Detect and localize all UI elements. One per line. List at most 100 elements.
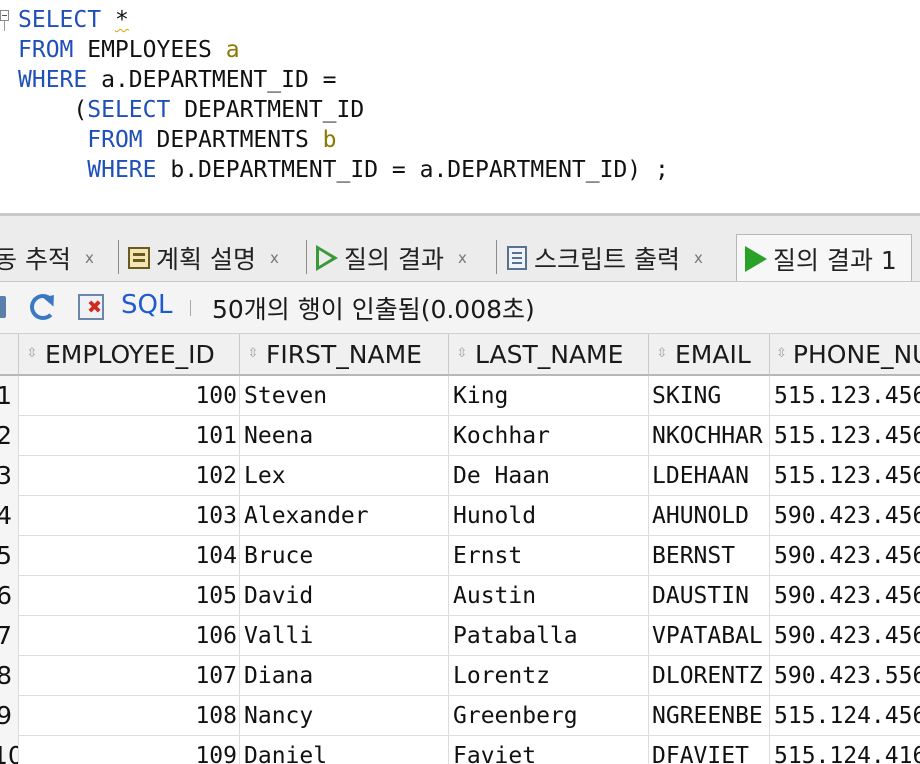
refresh-icon[interactable]: [30, 294, 56, 320]
cell-last-name[interactable]: Pataballa: [449, 616, 649, 656]
cell-first-name[interactable]: Lex: [240, 456, 449, 496]
column-header-email[interactable]: ⇳ EMAIL: [649, 334, 770, 376]
row-number[interactable]: 10: [0, 736, 19, 764]
cell-last-name[interactable]: Greenberg: [449, 696, 649, 736]
close-icon[interactable]: x: [85, 249, 94, 267]
close-icon[interactable]: x: [270, 249, 279, 267]
cell-first-name[interactable]: Nancy: [240, 696, 449, 736]
cell-employee-id[interactable]: 109: [19, 736, 240, 764]
row-number[interactable]: 4: [0, 496, 19, 536]
cell-email[interactable]: SKING: [649, 376, 770, 416]
row-number[interactable]: 8: [0, 656, 19, 696]
cell-first-name[interactable]: David: [240, 576, 449, 616]
cell-first-name[interactable]: Valli: [240, 616, 449, 656]
cell-phone-number[interactable]: 590.423.5567: [770, 656, 920, 696]
cell-email[interactable]: BERNST: [649, 536, 770, 576]
cell-last-name[interactable]: Hunold: [449, 496, 649, 536]
cell-employee-id[interactable]: 102: [19, 456, 240, 496]
sort-icon[interactable]: ⇳: [455, 347, 469, 360]
table-row[interactable]: 2101NeenaKochharNKOCHHAR515.123.4568: [0, 416, 920, 456]
column-header-last-name[interactable]: ⇳ LAST_NAME: [449, 334, 649, 376]
cell-last-name[interactable]: Kochhar: [449, 416, 649, 456]
sort-icon[interactable]: ⇳: [246, 347, 260, 360]
cell-last-name[interactable]: Lorentz: [449, 656, 649, 696]
cell-first-name[interactable]: Steven: [240, 376, 449, 416]
cell-employee-id[interactable]: 107: [19, 656, 240, 696]
table-row[interactable]: 5104BruceErnstBERNST590.423.4568: [0, 536, 920, 576]
table-row[interactable]: 3102LexDe HaanLDEHAAN515.123.4569: [0, 456, 920, 496]
cell-employee-id[interactable]: 105: [19, 576, 240, 616]
table-row[interactable]: 6105DavidAustinDAUSTIN590.423.4569: [0, 576, 920, 616]
code-line[interactable]: FROM EMPLOYEES a: [18, 35, 240, 65]
close-icon[interactable]: x: [694, 249, 703, 267]
row-number[interactable]: 9: [0, 696, 19, 736]
sort-icon[interactable]: ⇳: [25, 347, 39, 360]
cell-phone-number[interactable]: 590.423.4569: [770, 576, 920, 616]
cell-email[interactable]: DAUSTIN: [649, 576, 770, 616]
row-number[interactable]: 3: [0, 456, 19, 496]
cell-last-name[interactable]: De Haan: [449, 456, 649, 496]
cell-email[interactable]: DFAVIET: [649, 736, 770, 764]
cell-last-name[interactable]: King: [449, 376, 649, 416]
code-line[interactable]: WHERE b.DEPARTMENT_ID = a.DEPARTMENT_ID)…: [18, 155, 669, 185]
cell-phone-number[interactable]: 515.123.4567: [770, 376, 920, 416]
row-number[interactable]: 7: [0, 616, 19, 656]
cell-employee-id[interactable]: 100: [19, 376, 240, 416]
cell-first-name[interactable]: Diana: [240, 656, 449, 696]
tab-trace[interactable]: 동 추적 x: [0, 236, 94, 280]
fold-toggle-icon[interactable]: [0, 10, 9, 21]
table-row[interactable]: 9108NancyGreenbergNGREENBE515.124.4569: [0, 696, 920, 736]
cell-last-name[interactable]: Ernst: [449, 536, 649, 576]
cell-phone-number[interactable]: 515.124.4569: [770, 696, 920, 736]
code-line[interactable]: FROM DEPARTMENTS b: [18, 125, 336, 155]
close-icon[interactable]: x: [458, 249, 467, 267]
sql-button[interactable]: SQL: [121, 290, 172, 320]
code-line[interactable]: (SELECT DEPARTMENT_ID: [18, 95, 364, 125]
cell-phone-number[interactable]: 590.423.4568: [770, 536, 920, 576]
sort-icon[interactable]: ⇳: [655, 347, 669, 360]
pin-icon[interactable]: [0, 294, 20, 320]
cell-employee-id[interactable]: 106: [19, 616, 240, 656]
row-number[interactable]: 5: [0, 536, 19, 576]
cell-phone-number[interactable]: 515.123.4569: [770, 456, 920, 496]
sql-editor[interactable]: SELECT * FROM EMPLOYEES a WHERE a.DEPARTME…: [0, 0, 920, 213]
sort-icon[interactable]: ⇳: [776, 347, 787, 360]
cell-email[interactable]: AHUNOLD: [649, 496, 770, 536]
cell-phone-number[interactable]: 515.123.4568: [770, 416, 920, 456]
cell-first-name[interactable]: Bruce: [240, 536, 449, 576]
cell-email[interactable]: DLORENTZ: [649, 656, 770, 696]
column-header-employee-id[interactable]: ⇳ EMPLOYEE_ID: [19, 334, 240, 376]
cell-phone-number[interactable]: 515.124.4169: [770, 736, 920, 764]
cell-first-name[interactable]: Alexander: [240, 496, 449, 536]
cell-email[interactable]: LDEHAAN: [649, 456, 770, 496]
clear-results-icon[interactable]: [78, 294, 104, 320]
cell-employee-id[interactable]: 101: [19, 416, 240, 456]
row-number[interactable]: 2: [0, 416, 19, 456]
cell-email[interactable]: VPATABAL: [649, 616, 770, 656]
table-row[interactable]: 7106ValliPataballaVPATABAL590.423.4560: [0, 616, 920, 656]
table-row[interactable]: 10109DanielFavietDFAVIET515.124.4169: [0, 736, 920, 764]
cell-employee-id[interactable]: 103: [19, 496, 240, 536]
column-header-first-name[interactable]: ⇳ FIRST_NAME: [240, 334, 449, 376]
tab-query-result[interactable]: 질의 결과 x: [314, 236, 467, 280]
cell-email[interactable]: NKOCHHAR: [649, 416, 770, 456]
cell-last-name[interactable]: Faviet: [449, 736, 649, 764]
table-row[interactable]: 8107DianaLorentzDLORENTZ590.423.5567: [0, 656, 920, 696]
code-line[interactable]: SELECT *: [18, 5, 129, 35]
column-header-phone-number[interactable]: ⇳ PHONE_NUMBER: [770, 334, 920, 376]
table-row[interactable]: 1100StevenKingSKING515.123.4567: [0, 376, 920, 416]
cell-last-name[interactable]: Austin: [449, 576, 649, 616]
cell-first-name[interactable]: Daniel: [240, 736, 449, 764]
cell-first-name[interactable]: Neena: [240, 416, 449, 456]
cell-email[interactable]: NGREENBE: [649, 696, 770, 736]
cell-phone-number[interactable]: 590.423.4560: [770, 616, 920, 656]
tab-script-output[interactable]: 스크립트 출력 x: [504, 236, 703, 280]
cell-phone-number[interactable]: 590.423.4567: [770, 496, 920, 536]
cell-employee-id[interactable]: 104: [19, 536, 240, 576]
tab-explain-plan[interactable]: 계획 설명 x: [126, 236, 279, 280]
code-line[interactable]: WHERE a.DEPARTMENT_ID =: [18, 65, 337, 95]
cell-employee-id[interactable]: 108: [19, 696, 240, 736]
row-number[interactable]: 6: [0, 576, 19, 616]
row-number[interactable]: 1: [0, 376, 19, 416]
table-row[interactable]: 4103AlexanderHunoldAHUNOLD590.423.4567: [0, 496, 920, 536]
